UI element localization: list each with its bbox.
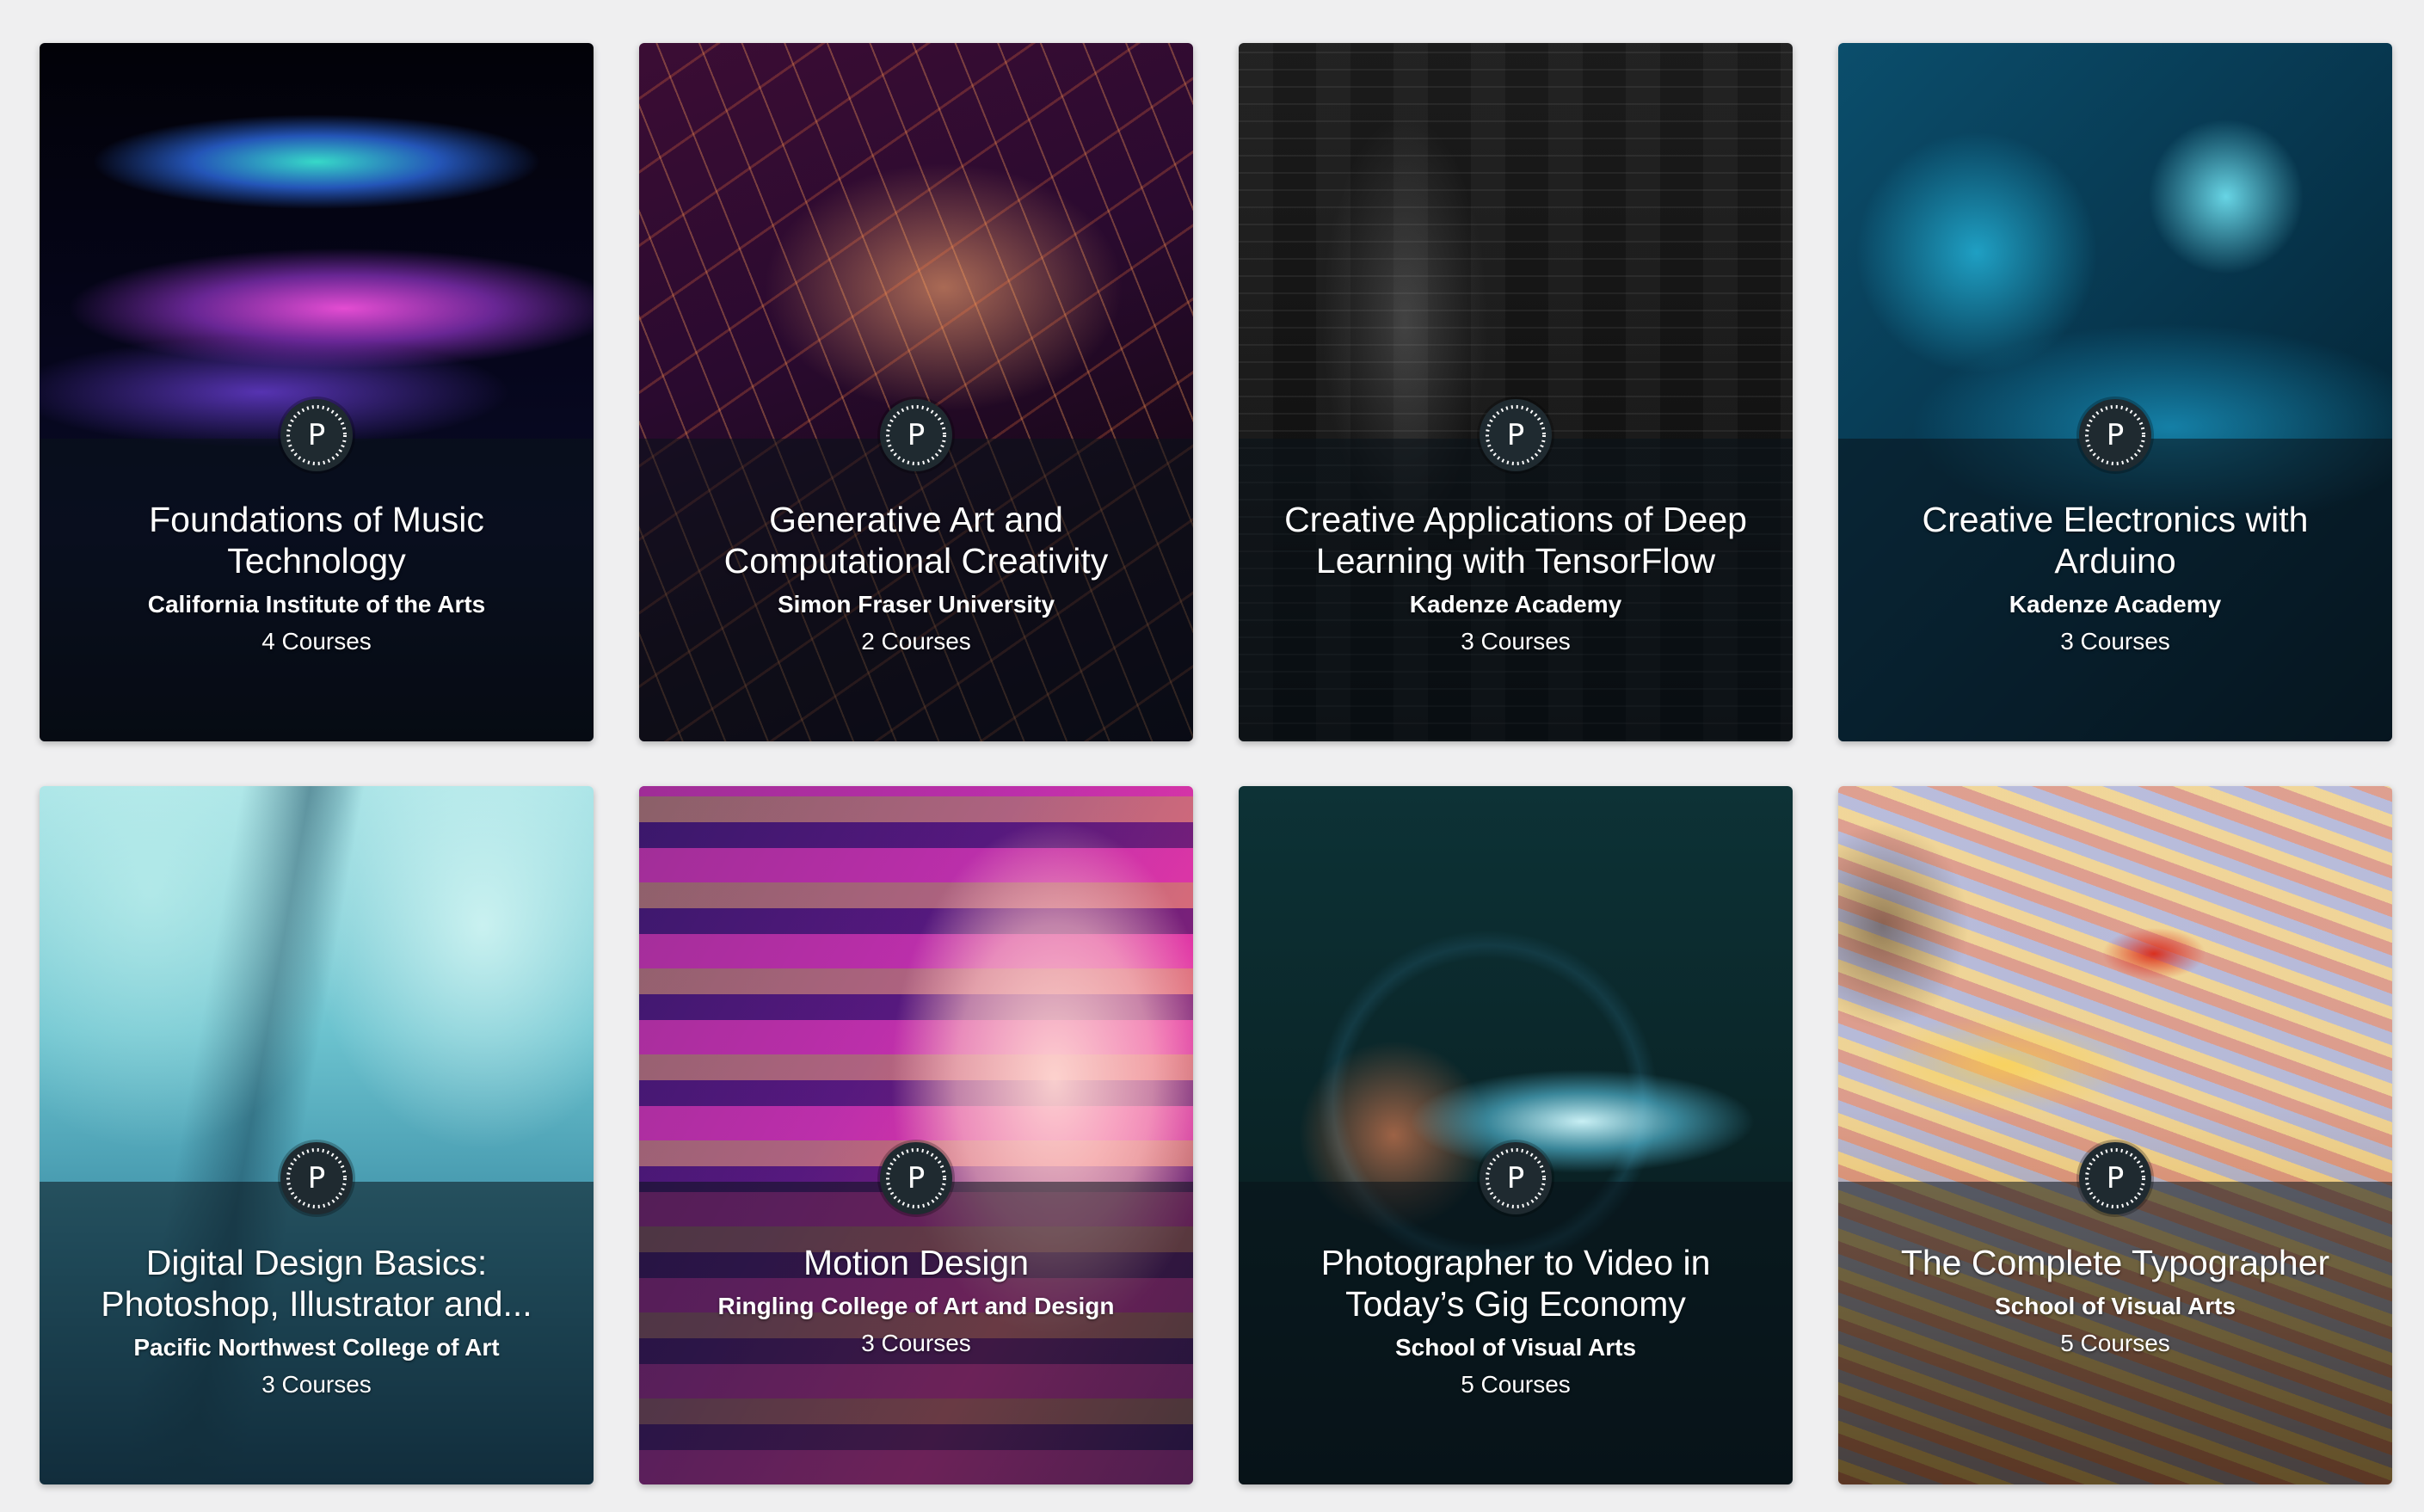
card-info: The Complete Typographer School of Visua… [1859, 1242, 2372, 1362]
program-title: Creative Electronics with Arduino [1922, 500, 2309, 581]
badge-letter: P [2106, 1161, 2125, 1195]
badge-letter: P [307, 1161, 326, 1195]
program-course-count: 5 Courses [1461, 1371, 1571, 1398]
program-badge-icon: P [280, 1142, 353, 1214]
program-title: Foundations of Music Technology [149, 500, 484, 581]
card-info: Digital Design Basics: Photoshop, Illust… [60, 1242, 573, 1404]
program-grid: P Foundations of Music Technology Califo… [40, 43, 2393, 1484]
program-course-count: 3 Courses [2060, 628, 2170, 655]
program-badge-icon: P [280, 399, 353, 471]
program-card-deep-learning-tensorflow[interactable]: P Creative Applications of Deep Learning… [1239, 43, 1793, 741]
badge-letter: P [1506, 1161, 1525, 1195]
card-info: Generative Art and Computational Creativ… [660, 499, 1172, 661]
card-info: Photographer to Video in Today’s Gig Eco… [1259, 1242, 1772, 1404]
program-card-foundations-of-music-technology[interactable]: P Foundations of Music Technology Califo… [40, 43, 594, 741]
program-badge-icon: P [2079, 399, 2151, 471]
program-organization: School of Visual Arts [1994, 1293, 2236, 1319]
program-card-generative-art[interactable]: P Generative Art and Computational Creat… [639, 43, 1193, 741]
program-organization: Kadenze Academy [1409, 591, 1622, 618]
program-organization: School of Visual Arts [1394, 1334, 1637, 1361]
program-card-photographer-to-video[interactable]: P Photographer to Video in Today’s Gig E… [1239, 786, 1793, 1484]
badge-letter: P [2106, 418, 2125, 452]
program-badge-icon: P [2079, 1142, 2151, 1214]
program-course-count: 3 Courses [261, 1371, 372, 1398]
program-badge-icon: P [880, 399, 952, 471]
program-title: The Complete Typographer [1900, 1243, 2330, 1282]
program-course-count: 5 Courses [2060, 1330, 2170, 1356]
program-course-count: 3 Courses [861, 1330, 971, 1356]
program-course-count: 3 Courses [1461, 628, 1571, 655]
badge-letter: P [907, 418, 926, 452]
card-info: Motion Design Ringling College of Art an… [660, 1242, 1172, 1362]
program-card-complete-typographer[interactable]: P The Complete Typographer School of Vis… [1838, 786, 2392, 1484]
program-card-motion-design[interactable]: P Motion Design Ringling College of Art … [639, 786, 1193, 1484]
program-card-digital-design-basics[interactable]: P Digital Design Basics: Photoshop, Illu… [40, 786, 594, 1484]
program-course-count: 2 Courses [861, 628, 971, 655]
card-info: Creative Applications of Deep Learning w… [1259, 499, 1772, 661]
program-organization: California Institute of the Arts [147, 591, 486, 618]
program-organization: Simon Fraser University [777, 591, 1055, 618]
program-course-count: 4 Courses [261, 628, 372, 655]
program-card-creative-electronics-arduino[interactable]: P Creative Electronics with Arduino Kade… [1838, 43, 2392, 741]
program-title: Motion Design [803, 1243, 1030, 1282]
program-organization: Kadenze Academy [2009, 591, 2222, 618]
card-info: Creative Electronics with Arduino Kadenz… [1859, 499, 2372, 661]
program-badge-icon: P [880, 1142, 952, 1214]
badge-letter: P [307, 418, 326, 452]
program-title: Creative Applications of Deep Learning w… [1284, 500, 1747, 581]
program-title: Digital Design Basics: Photoshop, Illust… [101, 1243, 532, 1324]
badge-letter: P [907, 1161, 926, 1195]
card-info: Foundations of Music Technology Californ… [60, 499, 573, 661]
program-organization: Pacific Northwest College of Art [133, 1334, 500, 1361]
program-organization: Ringling College of Art and Design [717, 1293, 1115, 1319]
program-title: Generative Art and Computational Creativ… [723, 500, 1109, 581]
program-badge-icon: P [1480, 399, 1552, 471]
program-title: Photographer to Video in Today’s Gig Eco… [1320, 1243, 1711, 1324]
badge-letter: P [1506, 418, 1525, 452]
program-badge-icon: P [1480, 1142, 1552, 1214]
